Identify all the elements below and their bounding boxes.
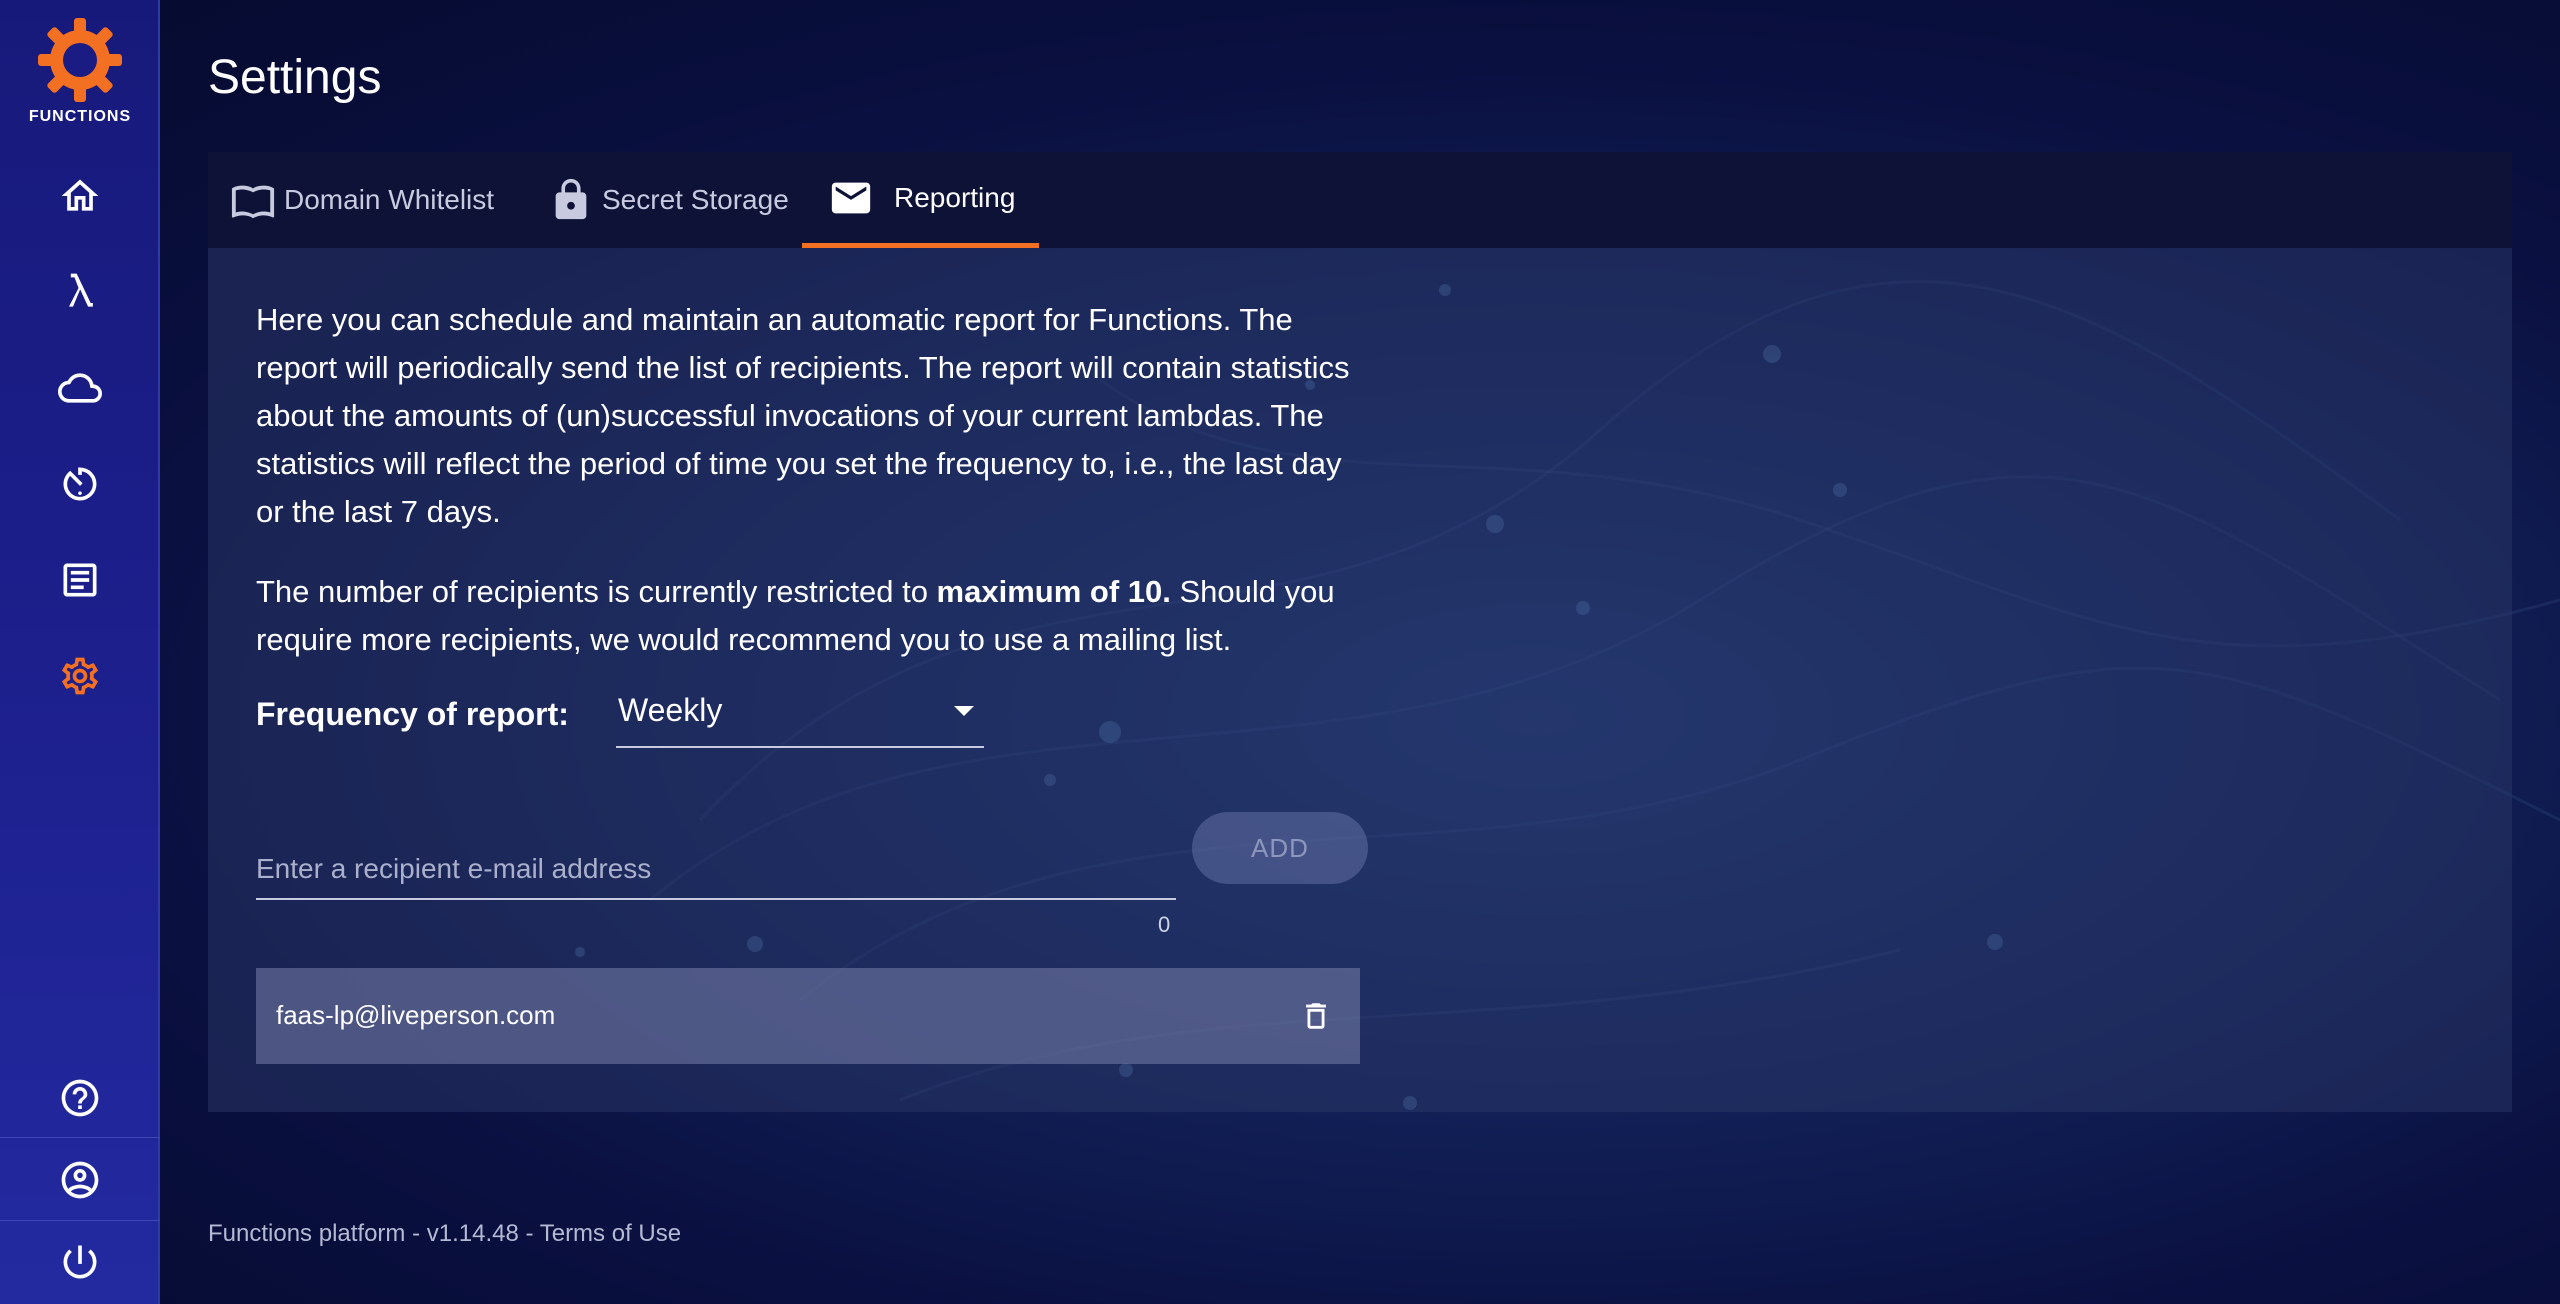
help-icon bbox=[61, 1079, 99, 1117]
sidebar-divider bbox=[0, 1137, 160, 1138]
settings-card: Domain Whitelist Secret Storage Reportin… bbox=[208, 152, 2512, 1112]
limit-prefix: The number of recipients is currently re… bbox=[256, 574, 937, 609]
tab-label: Secret Storage bbox=[602, 184, 789, 215]
page-title: Settings bbox=[208, 51, 382, 104]
home-icon bbox=[61, 179, 99, 211]
sidebar-divider bbox=[0, 1220, 160, 1221]
logs-icon bbox=[63, 563, 97, 597]
recipient-list-item: faas-lp@liveperson.com bbox=[256, 968, 1360, 1064]
tab-reporting[interactable]: Reporting bbox=[802, 152, 1040, 248]
power-icon bbox=[63, 1245, 97, 1279]
frequency-value: Weekly bbox=[618, 692, 723, 728]
sun-gear-logo-icon bbox=[38, 18, 122, 102]
recipient-email-input[interactable] bbox=[256, 840, 1176, 900]
account-icon bbox=[61, 1161, 99, 1199]
gear-icon bbox=[62, 657, 98, 695]
add-recipient-button[interactable]: ADD bbox=[1192, 812, 1368, 884]
footer: Functions platform - v1.14.48 - Terms of… bbox=[208, 1220, 681, 1248]
mail-icon bbox=[831, 182, 871, 213]
tab-domain-whitelist[interactable]: Domain Whitelist bbox=[208, 152, 516, 248]
tab-secret-storage[interactable]: Secret Storage bbox=[526, 152, 811, 248]
sidebar-item-lambdas[interactable] bbox=[40, 252, 120, 332]
tab-label: Domain Whitelist bbox=[284, 184, 495, 215]
sidebar: FUNCTIONS bbox=[0, 0, 160, 1304]
logo-text: FUNCTIONS bbox=[28, 108, 132, 125]
sidebar-item-schedules[interactable] bbox=[40, 444, 120, 524]
functions-logo[interactable]: FUNCTIONS bbox=[0, 16, 160, 136]
sidebar-item-help[interactable] bbox=[40, 1058, 120, 1138]
trash-icon bbox=[1306, 1003, 1326, 1029]
tab-label: Reporting bbox=[894, 181, 1016, 213]
book-icon bbox=[231, 185, 275, 219]
lambda-icon bbox=[69, 273, 93, 307]
lock-icon bbox=[555, 178, 587, 220]
sidebar-item-home[interactable] bbox=[40, 156, 120, 236]
timer-icon bbox=[63, 467, 97, 501]
character-counter: 0 bbox=[1158, 912, 1171, 937]
sidebar-item-logs[interactable] bbox=[40, 540, 120, 620]
sidebar-item-settings[interactable] bbox=[40, 636, 120, 716]
sidebar-item-cloud[interactable] bbox=[40, 348, 120, 428]
frequency-select[interactable]: Weekly bbox=[616, 680, 984, 748]
limit-bold: maximum of 10. bbox=[936, 574, 1171, 609]
recipient-limit-note: The number of recipients is currently re… bbox=[256, 568, 1366, 664]
settings-tabs: Domain Whitelist Secret Storage Reportin… bbox=[208, 152, 2512, 248]
delete-recipient-button[interactable] bbox=[1292, 992, 1340, 1040]
version-text: Functions platform - v1.14.48 - bbox=[208, 1220, 540, 1247]
terms-of-use-link[interactable]: Terms of Use bbox=[540, 1220, 681, 1247]
dropdown-arrow-icon bbox=[954, 706, 974, 716]
sidebar-item-logout[interactable] bbox=[40, 1222, 120, 1302]
sidebar-item-account[interactable] bbox=[40, 1140, 120, 1220]
cloud-icon bbox=[58, 373, 102, 403]
recipient-email: faas-lp@liveperson.com bbox=[276, 1000, 556, 1030]
reporting-description: Here you can schedule and maintain an au… bbox=[256, 302, 1350, 529]
frequency-label: Frequency of report: bbox=[256, 696, 569, 732]
